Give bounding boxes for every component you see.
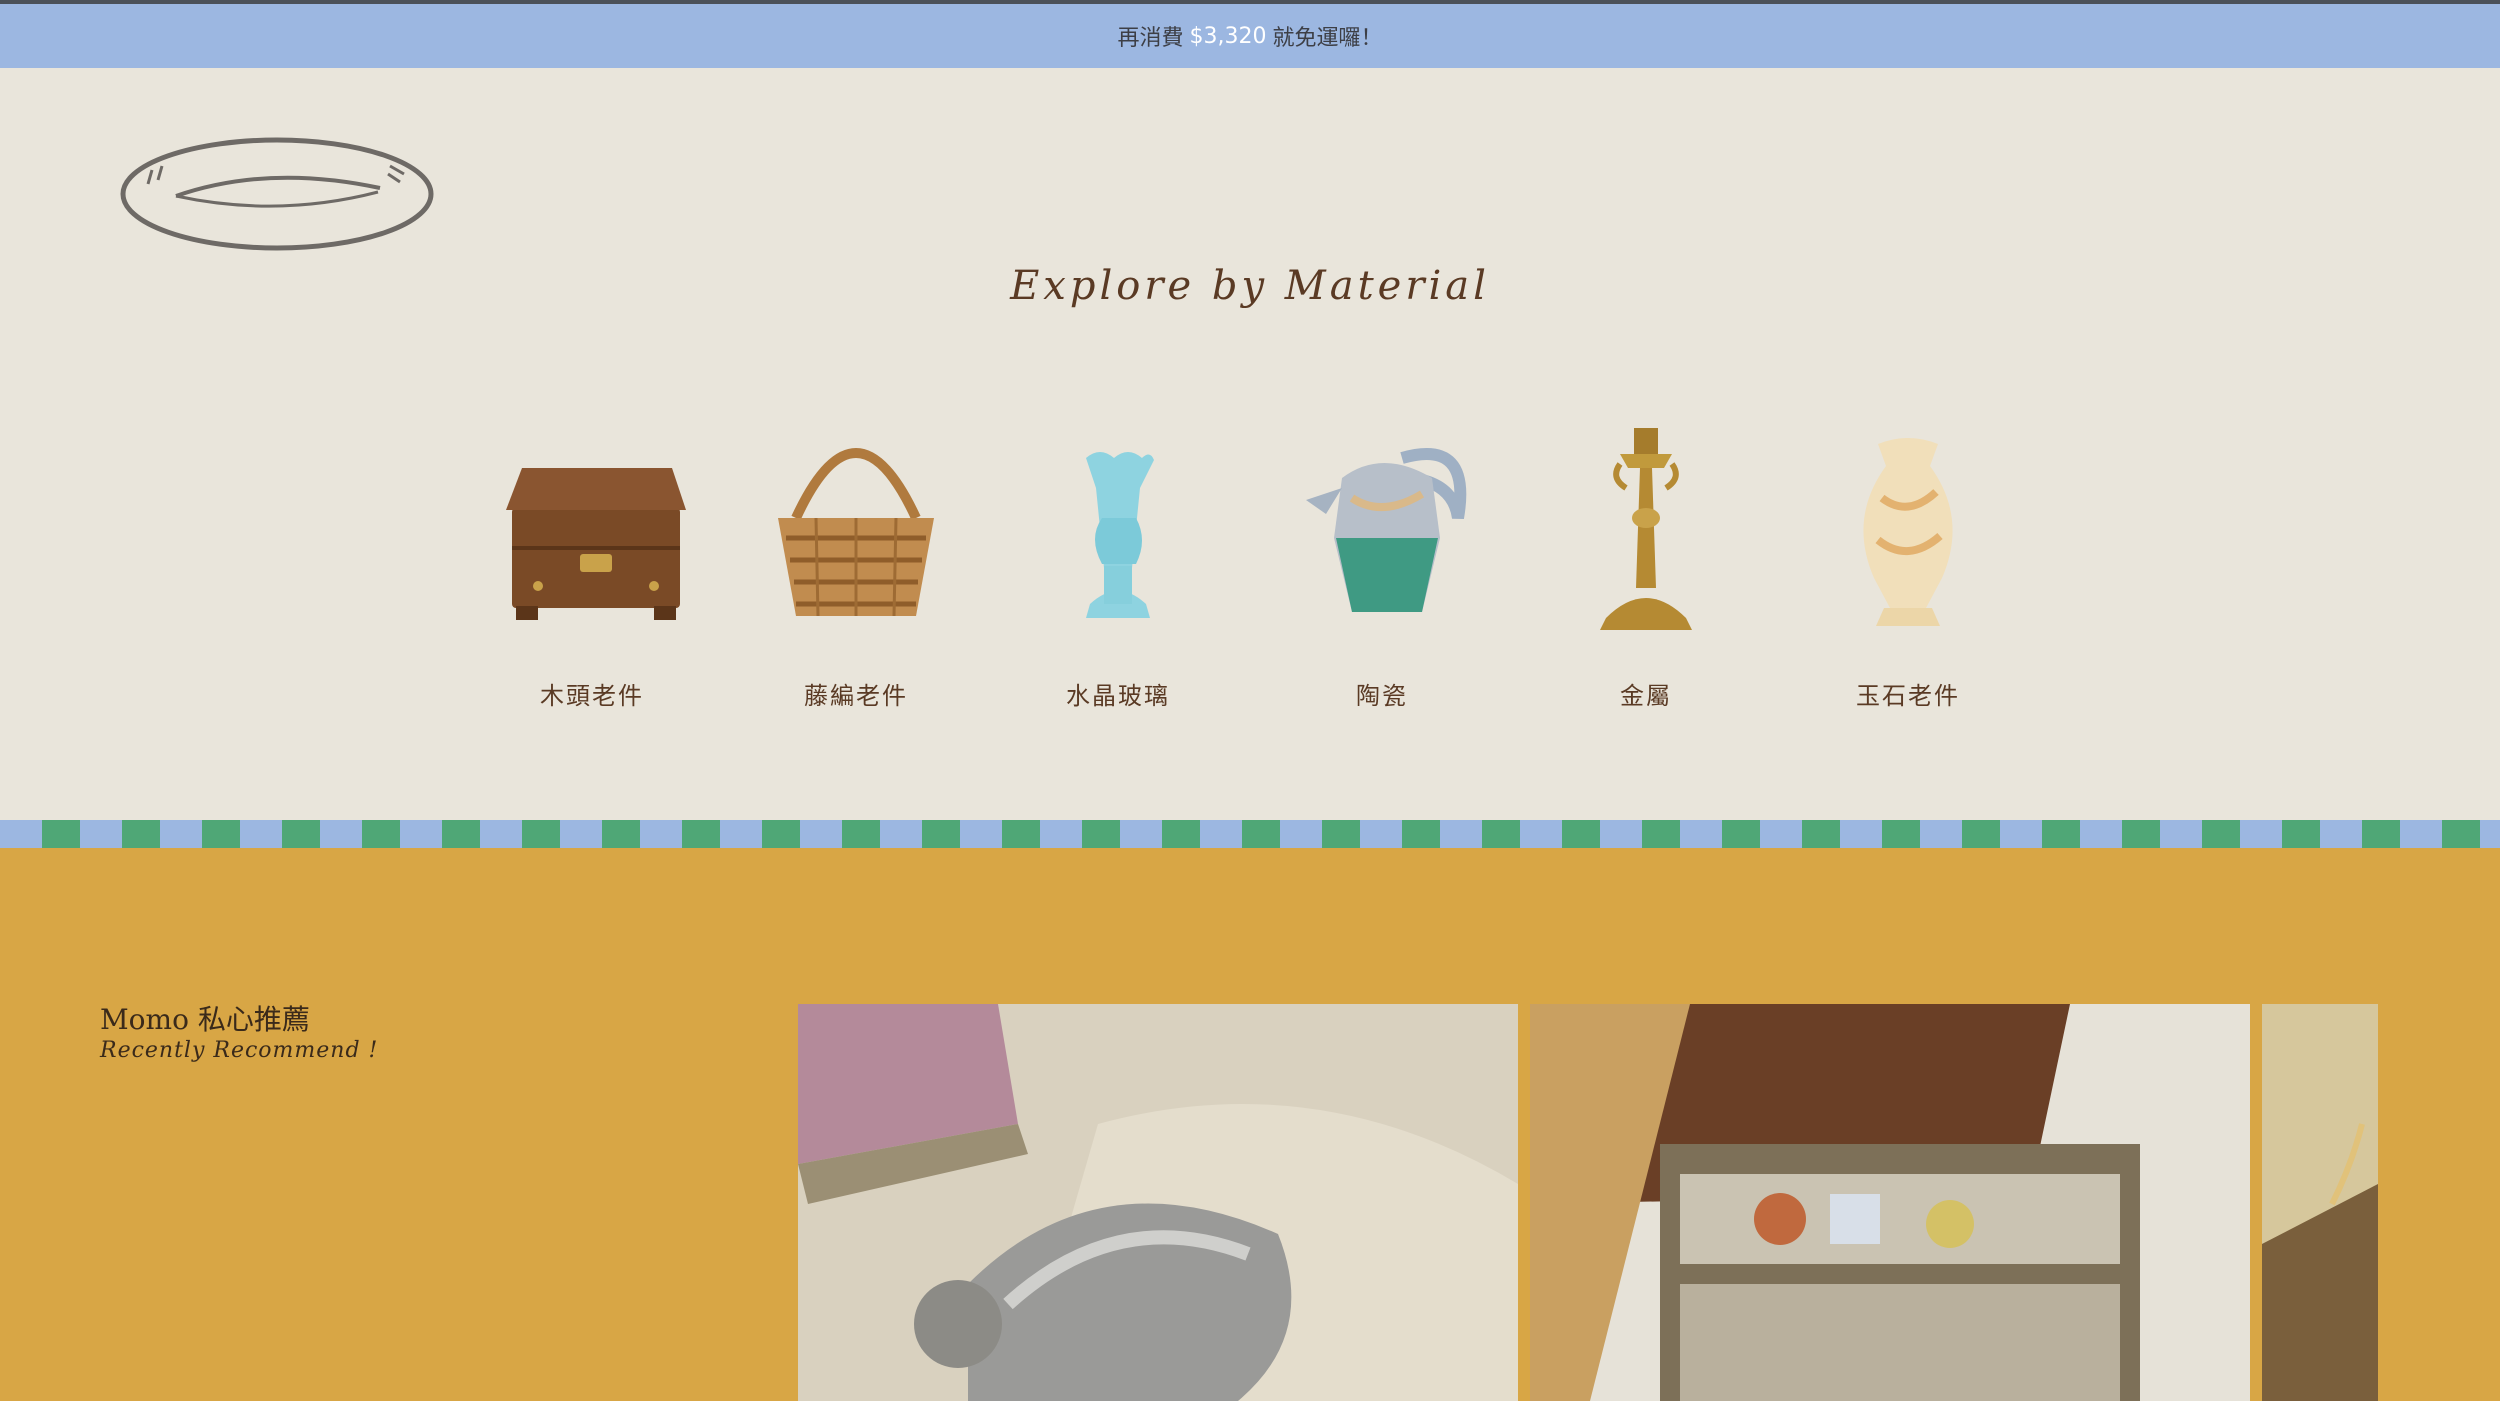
silver-dish-photo [798,1004,1518,1401]
material-label-metal: 金屬 [1620,682,1672,710]
onyx-vase-icon [1863,438,1953,626]
material-item-wood[interactable]: 木頭老件 [472,368,712,710]
material-category-list: 木頭老件 藤編老件 水晶玻璃 陶瓷 金屬 玉石老件 [0,368,2500,728]
material-item-ceramic[interactable]: 陶瓷 [1262,368,1502,710]
recommend-section: Momo 私心推薦 Recently Recommend ! [0,848,2500,1401]
recommend-title: Momo 私心推薦 [100,1003,310,1036]
wicker-basket-icon [778,448,934,617]
explore-by-material-title: Explore by Material [1010,263,1490,309]
plate-logo-icon[interactable] [118,126,436,262]
material-item-glass[interactable]: 水晶玻璃 [998,368,1238,710]
free-shipping-banner: 再消費 $3,320 就免運囉！ [0,4,2500,68]
material-label-rattan: 藤編老件 [804,682,908,710]
wooden-shelf-photo [1530,1004,2250,1401]
material-label-wood: 木頭老件 [540,682,644,710]
header-area: Explore by Material 木頭老件 藤編老件 水晶玻璃 陶瓷 金屬… [0,68,2500,820]
recommend-card-3[interactable] [2262,1004,2378,1401]
recommend-card-2[interactable] [1530,1004,2250,1401]
ceramic-pitcher-icon [1306,448,1467,612]
decorative-stripe-divider [0,820,2500,848]
material-label-glass: 水晶玻璃 [1066,682,1170,710]
wheat-photo [2262,1004,2378,1401]
promo-prefix: 再消費 [1117,26,1184,51]
recommend-subtitle: Recently Recommend ! [100,1038,379,1063]
recommend-card-1[interactable] [798,1004,1518,1401]
material-item-rattan[interactable]: 藤編老件 [736,368,976,710]
promo-amount: $3,320 [1189,23,1267,49]
material-label-ceramic: 陶瓷 [1356,682,1408,710]
material-item-metal[interactable]: 金屬 [1526,368,1766,710]
promo-suffix: 就免運囉！ [1272,26,1383,51]
material-item-jade[interactable]: 玉石老件 [1788,368,2028,710]
glass-hand-vase-icon [1086,452,1154,618]
material-label-jade: 玉石老件 [1856,682,1960,710]
brass-candlestick-icon [1600,428,1692,630]
wooden-box-icon [506,468,686,620]
